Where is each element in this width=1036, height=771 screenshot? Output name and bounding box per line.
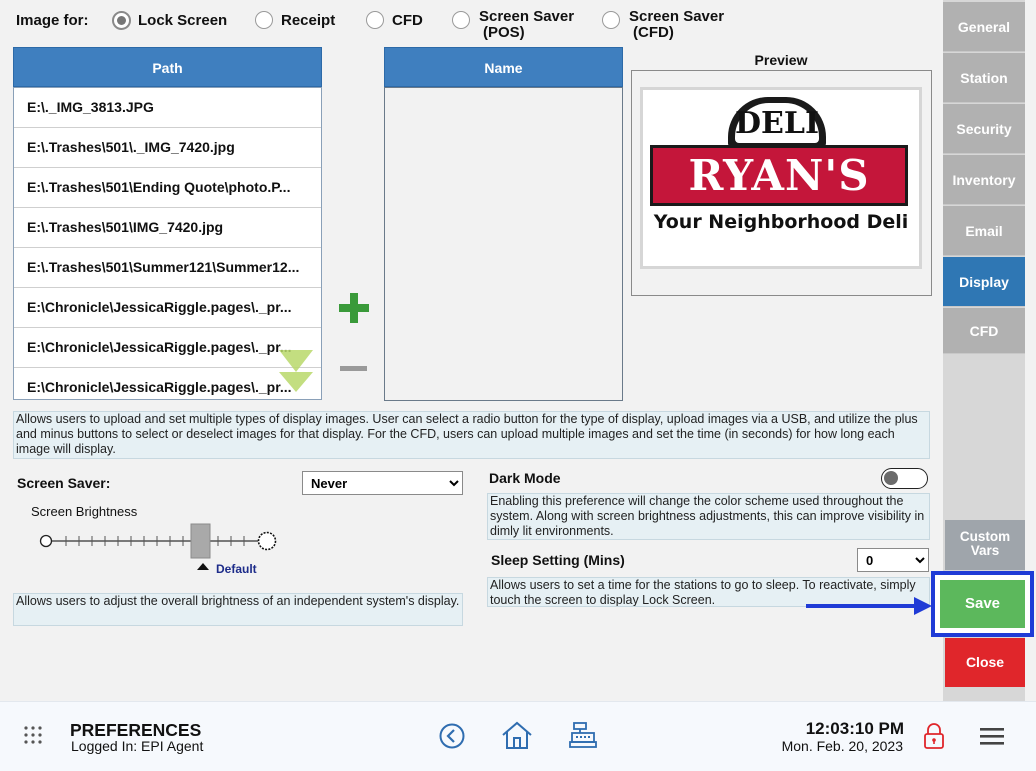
scroll-down-icon[interactable] <box>277 346 315 392</box>
remove-image-button[interactable] <box>339 364 369 374</box>
dark-mode-toggle[interactable] <box>881 468 928 489</box>
radio-lock-screen-label: Lock Screen <box>138 12 228 29</box>
sidebar-item-general[interactable]: General <box>943 2 1025 52</box>
home-icon[interactable] <box>501 720 533 750</box>
name-column-header: Name <box>384 47 623 87</box>
preview-label: Preview <box>754 52 808 68</box>
screen-saver-select[interactable]: Never <box>302 471 463 495</box>
sidebar-item-inventory[interactable]: Inventory <box>943 155 1025 205</box>
path-row[interactable]: E:\.Trashes\501\Ending Quote\photo.P... <box>14 168 321 208</box>
brightness-help: Allows users to adjust the overall brigh… <box>13 593 463 626</box>
logo-deli-text: DELI <box>735 103 819 143</box>
back-icon[interactable] <box>439 723 465 749</box>
sleep-setting-select[interactable]: 0 <box>857 548 929 572</box>
annotation-arrow-icon <box>806 597 932 615</box>
brightness-slider-thumb <box>190 523 211 559</box>
sidebar-item-station[interactable]: Station <box>943 53 1025 103</box>
custom-vars-line1: Custom <box>959 529 1011 544</box>
image-for-label: Image for: <box>16 12 89 29</box>
sidebar-item-email[interactable]: Email <box>943 206 1025 256</box>
sidebar-item-security[interactable]: Security <box>943 104 1025 154</box>
brightness-label: Screen Brightness <box>31 504 138 519</box>
logo-ryans-text: RYAN'S <box>688 151 870 200</box>
path-list[interactable]: E:\._IMG_3813.JPG E:\.Trashes\501\._IMG_… <box>13 87 322 400</box>
default-marker-icon <box>197 563 209 570</box>
radio-cfd-label: CFD <box>392 12 423 29</box>
custom-vars-line2: Vars <box>970 543 1000 558</box>
path-row[interactable]: E:\.Trashes\501\IMG_7420.jpg <box>14 208 321 248</box>
logo-banner: RYAN'S <box>650 145 908 206</box>
dark-mode-label: Dark Mode <box>489 470 561 486</box>
save-highlight: Save <box>931 571 1034 637</box>
path-row[interactable]: E:\.Trashes\501\._IMG_7420.jpg <box>14 128 321 168</box>
save-button[interactable]: Save <box>940 580 1025 628</box>
display-description: Allows users to upload and set multiple … <box>13 411 930 459</box>
radio-screen-saver-pos-label2: (POS) <box>483 24 525 41</box>
radio-lock-screen-circle[interactable] <box>112 11 131 30</box>
radio-screen-saver-cfd-label1: Screen Saver <box>629 8 725 25</box>
radio-screen-saver-pos-label1: Screen Saver <box>479 8 575 25</box>
name-list[interactable] <box>384 87 623 401</box>
preview-frame: DELI RYAN'S Your Neighborhood Deli <box>631 70 932 296</box>
path-row[interactable]: E:\.Trashes\501\Summer121\Summer12... <box>14 248 321 288</box>
radio-receipt-label: Receipt <box>281 12 336 29</box>
add-image-button[interactable] <box>337 291 371 325</box>
sun-icon <box>257 531 277 551</box>
path-column-header: Path <box>13 47 322 87</box>
clock-time: 12:03:10 PM <box>805 719 904 738</box>
clock-date: Mon. Feb. 20, 2023 <box>781 738 903 754</box>
path-row[interactable]: E:\Chronicle\JessicaRiggle.pages\._pr... <box>14 328 321 368</box>
radio-screen-saver-cfd-circle[interactable] <box>602 11 620 29</box>
lock-icon[interactable] <box>923 722 945 750</box>
path-row[interactable]: E:\Chronicle\JessicaRiggle.pages\._pr... <box>14 368 321 399</box>
path-row[interactable]: E:\Chronicle\JessicaRiggle.pages\._pr... <box>14 288 321 328</box>
brightness-slider[interactable] <box>36 520 282 564</box>
radio-screen-saver-cfd-label2: (CFD) <box>633 24 674 41</box>
close-button[interactable]: Close <box>945 638 1025 687</box>
screen-saver-label: Screen Saver: <box>17 475 111 491</box>
logged-in-user: Logged In: EPI Agent <box>71 738 204 754</box>
custom-vars-button[interactable]: Custom Vars <box>945 520 1025 570</box>
logo-deli-badge: DELI <box>728 97 826 149</box>
apps-grid-icon[interactable] <box>23 725 43 747</box>
radio-receipt-circle[interactable] <box>255 11 273 29</box>
menu-icon[interactable] <box>979 726 1005 746</box>
radio-screen-saver-pos-circle[interactable] <box>452 11 470 29</box>
brightness-default-label: Default <box>216 562 257 576</box>
radio-cfd-circle[interactable] <box>366 11 384 29</box>
sidebar-item-cfd[interactable]: CFD <box>943 308 1025 354</box>
sleep-setting-label: Sleep Setting (Mins) <box>491 552 625 568</box>
logo-tagline: Your Neighborhood Deli <box>653 211 909 233</box>
cash-register-icon[interactable] <box>569 721 597 749</box>
path-row[interactable]: E:\._IMG_3813.JPG <box>14 88 321 128</box>
dark-mode-help: Enabling this preference will change the… <box>487 493 930 540</box>
preview-image: DELI RYAN'S Your Neighborhood Deli <box>640 87 922 269</box>
sidebar-item-display[interactable]: Display <box>943 257 1025 307</box>
dark-mode-toggle-knob <box>884 471 898 485</box>
